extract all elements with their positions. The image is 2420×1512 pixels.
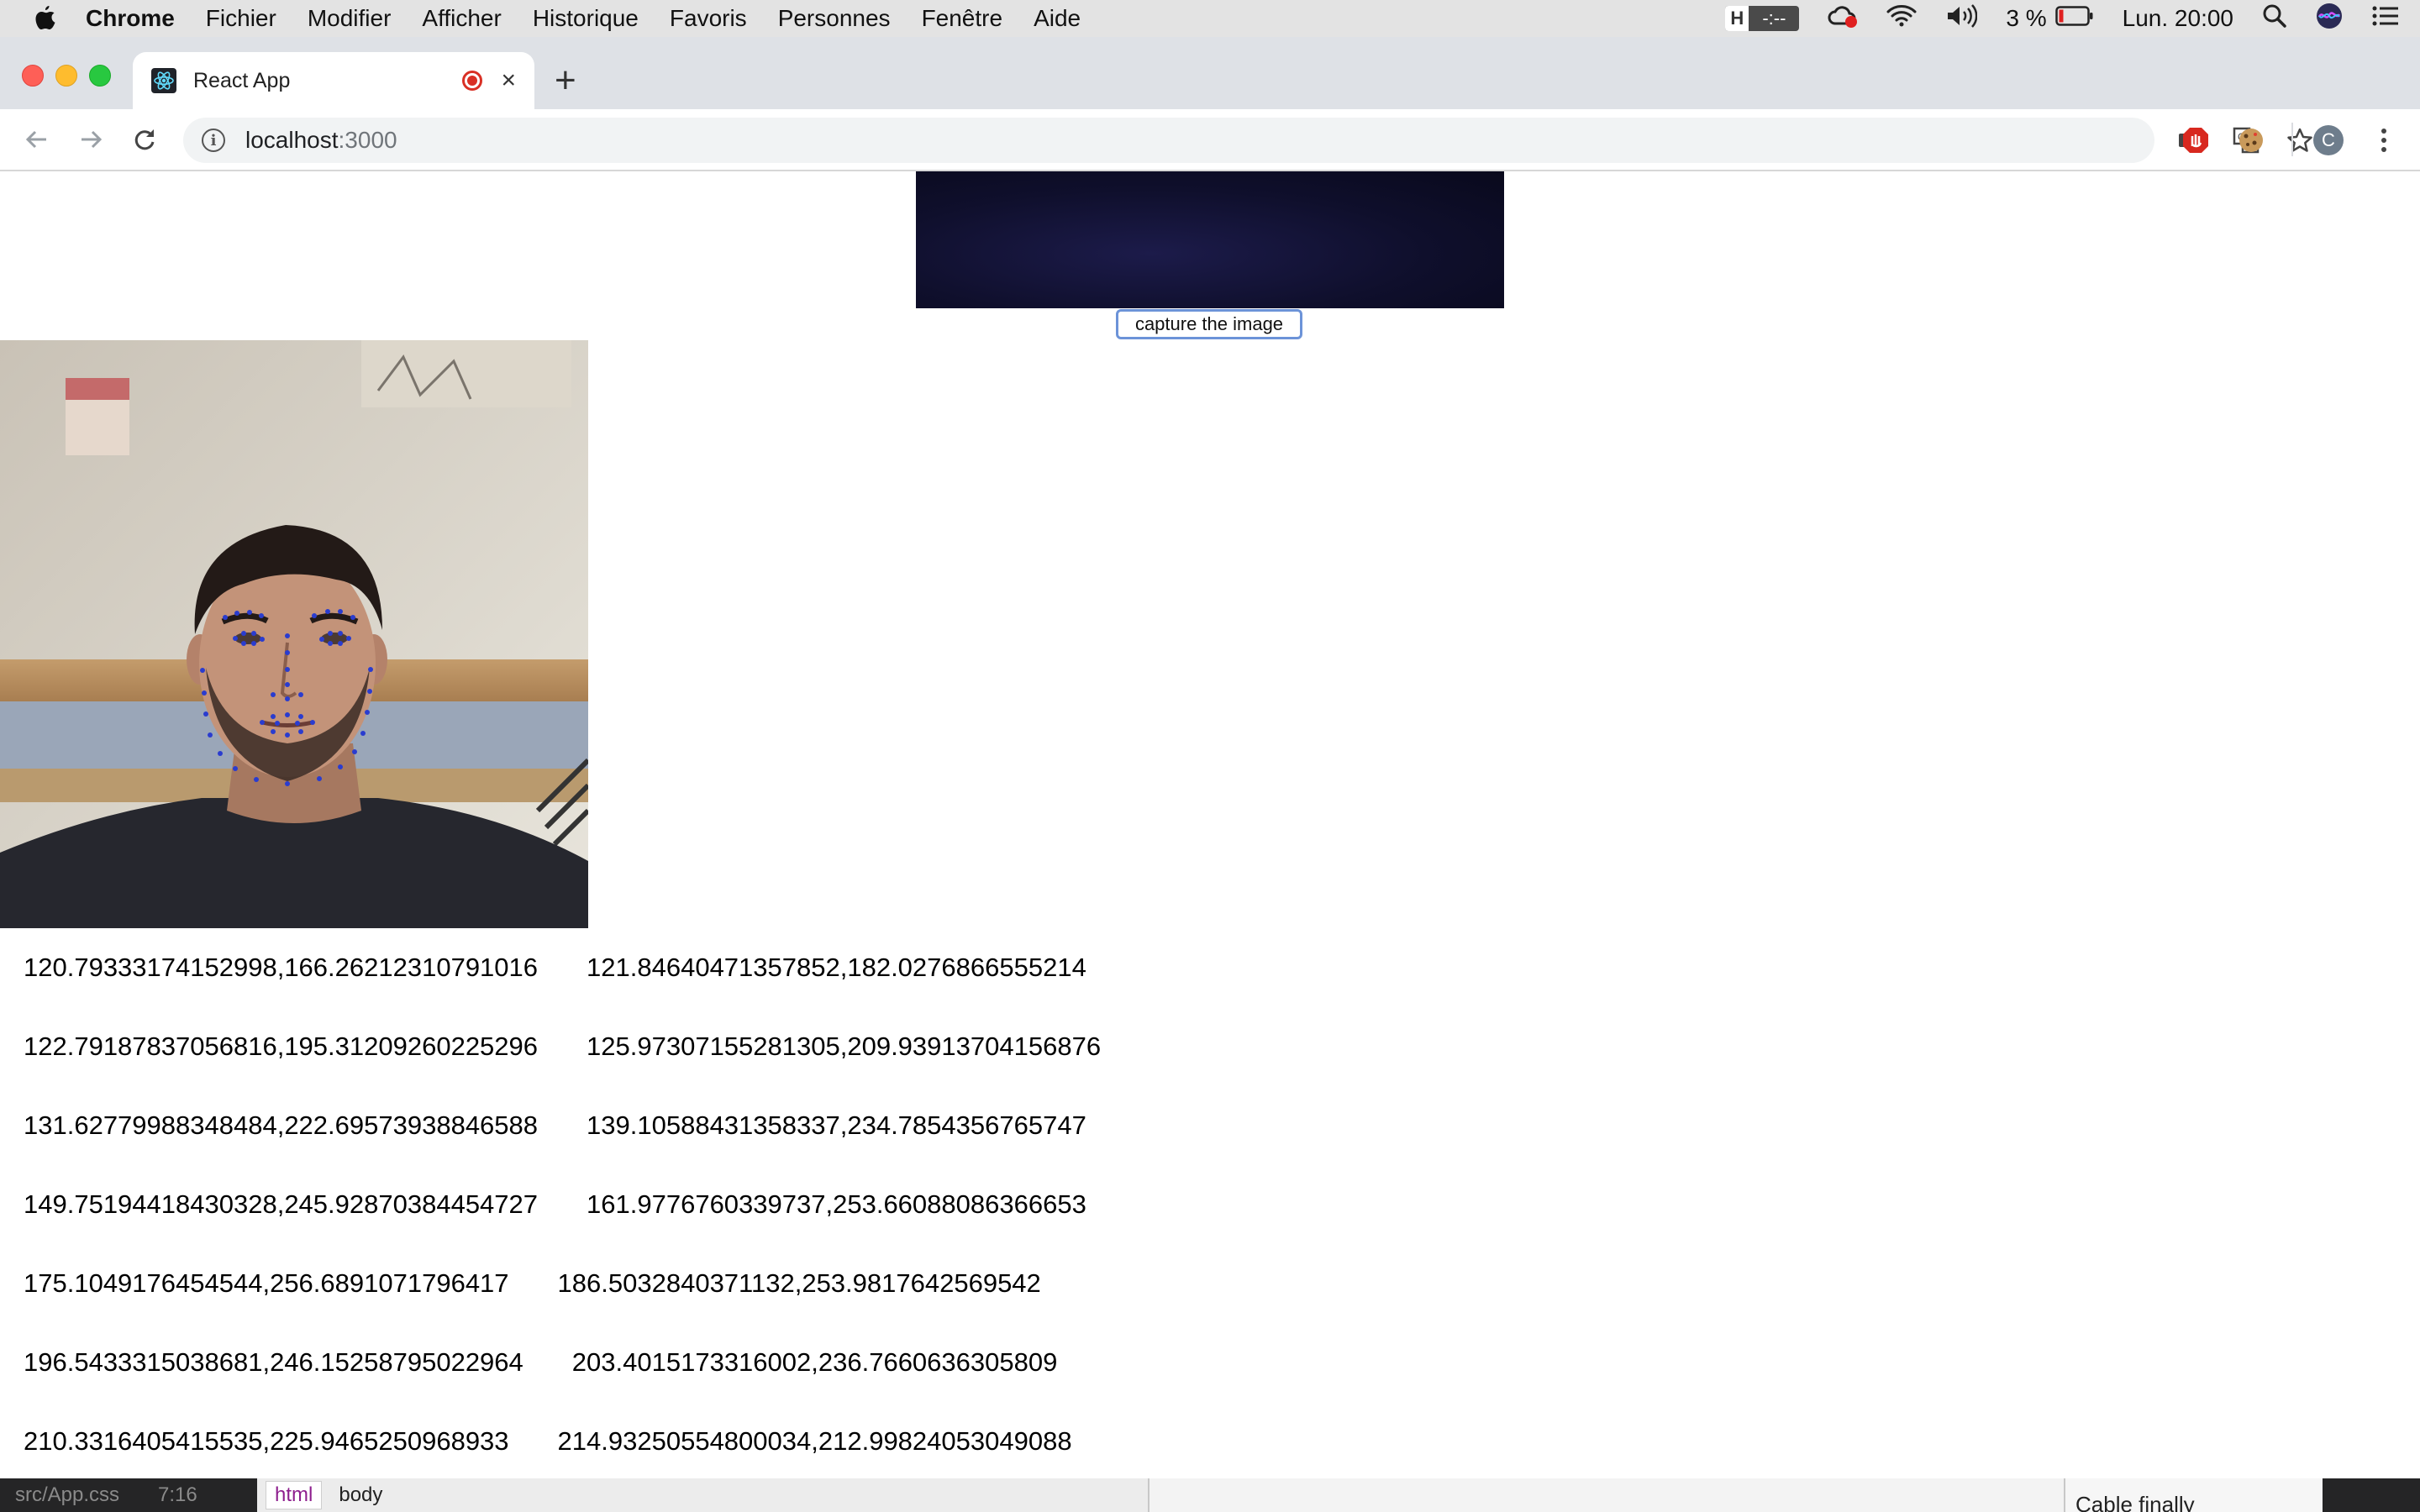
menu-historique[interactable]: Historique — [533, 5, 639, 32]
coord-row: 210.3316405415535,225.9465250968933 214.… — [24, 1426, 1101, 1478]
reload-icon[interactable] — [129, 124, 160, 155]
menu-personnes[interactable]: Personnes — [778, 5, 891, 32]
minimize-window-button[interactable] — [55, 65, 77, 87]
editor-status-strip: src/App.css 7:16 html body Cable finally — [0, 1478, 2420, 1512]
toolbar-divider — [2291, 123, 2293, 156]
coord-value: 120.79333174152998,166.26212310791016 — [24, 953, 539, 982]
notes-window[interactable]: Cable finally — [2064, 1478, 2323, 1512]
url-host: localhost — [245, 127, 339, 153]
hours-tracker-widget[interactable]: H -:-- — [1725, 6, 1800, 31]
profile-initial: C — [2313, 125, 2344, 155]
adblock-extension-icon[interactable] — [2180, 124, 2212, 156]
notification-center-icon[interactable] — [2371, 4, 2400, 34]
coord-value: 121.84640471357852,182.0276866555214 — [587, 953, 1086, 982]
macos-menu-bar: Chrome Fichier Modifier Afficher Histori… — [0, 0, 2420, 37]
note-text: Cable finally — [2075, 1492, 2195, 1512]
menu-afficher[interactable]: Afficher — [422, 5, 501, 32]
coord-row: 131.62779988348484,222.69573938846588 13… — [24, 1110, 1101, 1189]
menu-aide[interactable]: Aide — [1034, 5, 1081, 32]
coord-row: 120.79333174152998,166.26212310791016 12… — [24, 953, 1101, 1032]
menubar-clock[interactable]: Lun. 20:00 — [2123, 5, 2233, 32]
menu-fichier[interactable]: Fichier — [206, 5, 276, 32]
battery-percent: 3 % — [2006, 5, 2047, 31]
capture-image-button[interactable]: capture the image — [1116, 309, 1302, 339]
landmark-coordinates-list: 120.79333174152998,166.26212310791016 12… — [24, 953, 1101, 1478]
battery-icon[interactable] — [2054, 5, 2094, 32]
wifi-icon[interactable] — [1886, 4, 1917, 34]
tab-react-app[interactable]: React App × — [133, 52, 534, 109]
coord-value: 122.79187837056816,195.31209260225296 — [24, 1032, 539, 1061]
page-viewport: capture the image 120.79333174152998,166… — [0, 171, 2420, 1478]
chrome-toolbar: i localhost:3000 G C — [0, 109, 2420, 171]
profile-avatar[interactable]: C — [2312, 124, 2344, 156]
back-arrow-icon[interactable] — [22, 124, 52, 155]
breadcrumb-html[interactable]: html — [266, 1481, 323, 1509]
coord-value: 175.1049176454544,256.6891071796417 — [24, 1268, 509, 1298]
coord-value: 125.97307155281305,209.93913704156876 — [587, 1032, 1102, 1061]
webcam-video-feed — [916, 171, 1504, 308]
site-info-icon[interactable]: i — [202, 129, 225, 152]
coord-row: 149.75194418430328,245.92870384454727 16… — [24, 1189, 1101, 1268]
coord-value: 131.62779988348484,222.69573938846588 — [24, 1110, 539, 1140]
hbox-time: -:-- — [1762, 8, 1786, 29]
menu-chrome[interactable]: Chrome — [86, 5, 175, 32]
coord-value: 186.5032840371132,253.9817642569542 — [557, 1268, 1041, 1298]
editor-file-name[interactable]: src/App.css — [15, 1483, 119, 1507]
coord-row: 175.1049176454544,256.6891071796417 186.… — [24, 1268, 1101, 1347]
forward-arrow-icon[interactable] — [76, 124, 106, 155]
address-bar[interactable]: i localhost:3000 G — [183, 118, 2312, 163]
coord-value: 214.93250554800034,212.99824053049088 — [557, 1426, 1072, 1456]
coord-row: 122.79187837056816,195.31209260225296 12… — [24, 1032, 1101, 1110]
apple-logo-icon[interactable] — [34, 5, 60, 32]
spotlight-search-icon[interactable] — [2262, 3, 2287, 34]
coord-value: 139.10588431358337,234.7854356765747 — [587, 1110, 1086, 1140]
coord-value: 196.5433315038681,246.15258795022964 — [24, 1347, 523, 1377]
bookmark-star-icon[interactable] — [2284, 124, 2316, 156]
zoom-window-button[interactable] — [89, 65, 111, 87]
hbox-letter: H — [1725, 6, 1749, 31]
react-favicon-icon — [151, 68, 176, 93]
menu-fenetre[interactable]: Fenêtre — [922, 5, 1003, 32]
chrome-tab-strip: React App × + — [0, 37, 2420, 109]
tab-title: React App — [193, 68, 291, 92]
recording-indicator-icon — [462, 71, 483, 91]
coord-value: 161.9776760339737,253.66088086366653 — [587, 1189, 1086, 1219]
volume-icon[interactable] — [1945, 3, 1978, 34]
cookie-extension-icon[interactable] — [2235, 124, 2267, 156]
menu-favoris[interactable]: Favoris — [670, 5, 747, 32]
captured-face-image — [0, 340, 588, 928]
coord-value: 210.3316405415535,225.9465250968933 — [24, 1426, 509, 1456]
siri-icon[interactable] — [2316, 3, 2343, 35]
creative-cloud-icon[interactable] — [1828, 3, 1858, 34]
close-window-button[interactable] — [22, 65, 44, 87]
url-port: :3000 — [338, 127, 397, 153]
tab-close-icon[interactable]: × — [501, 68, 516, 93]
editor-cursor-position: 7:16 — [158, 1483, 197, 1506]
editor-panel — [1148, 1478, 2065, 1512]
new-tab-button[interactable]: + — [555, 62, 576, 99]
devtools-breadcrumb: html body — [257, 1478, 1148, 1512]
menu-modifier[interactable]: Modifier — [308, 5, 392, 32]
breadcrumb-body[interactable]: body — [330, 1482, 391, 1509]
coord-value: 203.4015173316002,236.7660636305809 — [571, 1347, 1058, 1377]
address-url: localhost:3000 — [245, 127, 397, 154]
chrome-menu-icon[interactable] — [2368, 124, 2400, 156]
coord-row: 196.5433315038681,246.15258795022964 203… — [24, 1347, 1101, 1426]
coord-value: 149.75194418430328,245.92870384454727 — [24, 1189, 539, 1219]
